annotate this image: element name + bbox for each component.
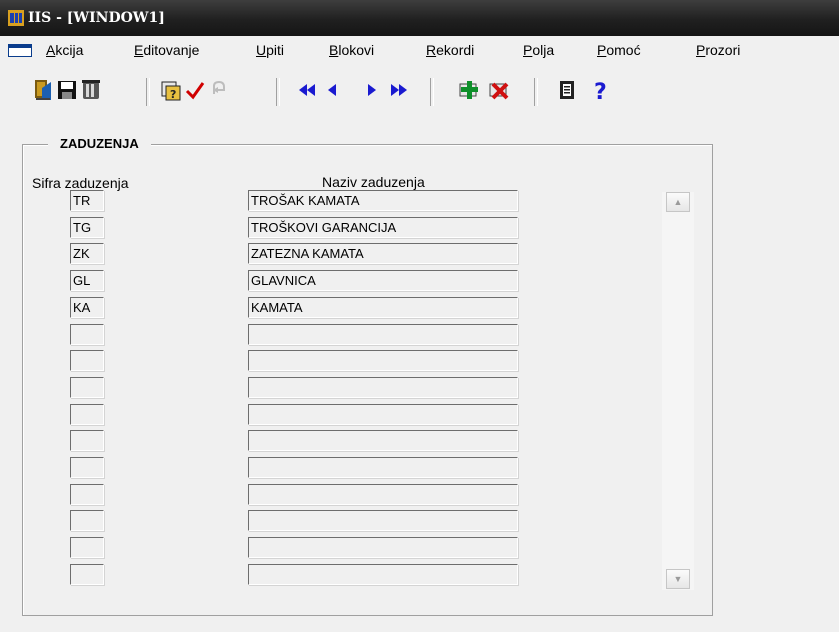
naziv-field[interactable] [248,564,518,585]
menu-prozori[interactable]: Prozori [696,42,740,58]
menu-pomoc[interactable]: Pomoć [597,42,641,58]
scroll-down-button[interactable]: ▼ [666,569,690,589]
naziv-field[interactable] [248,404,518,425]
naziv-field[interactable] [248,510,518,531]
sifra-field[interactable] [70,350,104,371]
insert-record-icon[interactable] [458,78,480,102]
cancel-query-icon[interactable] [208,78,230,102]
naziv-field[interactable]: ZATEZNA KAMATA [248,243,518,264]
menu-bar: Akcija Editovanje Upiti Blokovi Rekordi … [0,36,839,62]
delete-record-icon[interactable] [488,78,510,102]
enter-query-icon[interactable]: ? [160,78,182,102]
sifra-field[interactable] [70,377,104,398]
window-system-menu-icon[interactable] [8,44,32,57]
column-header-naziv: Naziv zaduzenja [322,174,425,190]
sifra-field[interactable]: ZK [70,243,104,264]
execute-query-icon[interactable] [184,78,206,102]
previous-record-icon[interactable] [322,78,344,102]
sifra-field[interactable]: GL [70,270,104,291]
print-icon[interactable] [80,78,102,102]
toolbar-separator [276,78,280,106]
scroll-up-button[interactable]: ▲ [666,192,690,212]
toolbar-separator [146,78,150,106]
sifra-field[interactable] [70,430,104,451]
menu-upiti[interactable]: Upiti [256,42,284,58]
records-scrollbar[interactable] [662,192,694,590]
sifra-field[interactable] [70,404,104,425]
sifra-field[interactable] [70,457,104,478]
title-bar: IIS - [WINDOW1] [0,0,839,36]
first-record-icon[interactable] [296,78,318,102]
naziv-field[interactable]: KAMATA [248,297,518,318]
naziv-field[interactable] [248,457,518,478]
sifra-field[interactable] [70,324,104,345]
toolbar-separator [534,78,538,106]
naziv-field[interactable]: TROŠAK KAMATA [248,190,518,211]
sifra-field[interactable] [70,484,104,505]
svg-text:?: ? [170,88,176,101]
naziv-field[interactable] [248,537,518,558]
menu-blokovi[interactable]: Blokovi [329,42,374,58]
sifra-field[interactable]: KA [70,297,104,318]
svg-text:?: ? [594,80,607,102]
naziv-field[interactable] [248,377,518,398]
next-record-icon[interactable] [360,78,382,102]
sifra-field[interactable] [70,564,104,585]
save-icon[interactable] [56,78,78,102]
naziv-field[interactable]: GLAVNICA [248,270,518,291]
naziv-field[interactable]: TROŠKOVI GARANCIJA [248,217,518,238]
help-icon[interactable]: ? [590,78,612,102]
sifra-field[interactable] [70,537,104,558]
last-record-icon[interactable] [388,78,410,102]
naziv-field[interactable] [248,350,518,371]
list-of-values-icon[interactable] [556,78,578,102]
exit-icon[interactable] [32,78,54,102]
column-header-sifra: Sifra zaduzenja [32,175,129,191]
naziv-field[interactable] [248,484,518,505]
menu-editovanje[interactable]: Editovanje [134,42,199,58]
sifra-field[interactable]: TG [70,217,104,238]
window-title: IIS - [WINDOW1] [28,10,165,26]
naziv-field[interactable] [248,430,518,451]
app-icon [8,10,24,26]
naziv-field[interactable] [248,324,518,345]
menu-akcija[interactable]: Akcija [46,42,83,58]
toolbar: ? ? [0,64,839,114]
toolbar-separator [430,78,434,106]
menu-polja[interactable]: Polja [523,42,554,58]
menu-rekordi[interactable]: Rekordi [426,42,474,58]
sifra-field[interactable] [70,510,104,531]
sifra-field[interactable]: TR [70,190,104,211]
block-title: ZADUZENJA [48,136,151,152]
